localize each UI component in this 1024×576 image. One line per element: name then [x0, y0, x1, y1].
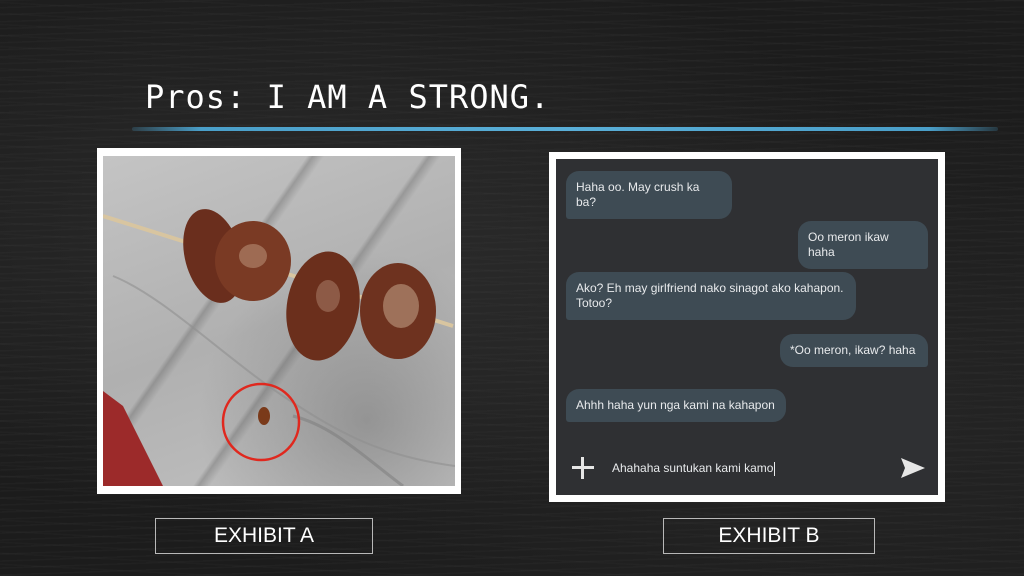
title-underline — [132, 127, 998, 131]
chat-screen: Haha oo. May crush ka ba? Oo meron ikaw … — [556, 159, 938, 495]
slide-title: Pros: I AM A STRONG. — [145, 78, 551, 116]
chat-bubble-received: Haha oo. May crush ka ba? — [566, 171, 732, 219]
send-icon[interactable] — [900, 457, 926, 479]
plus-icon[interactable] — [570, 455, 596, 481]
chat-bubble-sent: Oo meron ikaw haha — [798, 221, 928, 269]
exhibit-b-chat-frame: Haha oo. May crush ka ba? Oo meron ikaw … — [549, 152, 945, 502]
chat-bubble-sent: *Oo meron, ikaw? haha — [780, 334, 928, 367]
exhibit-a-photo — [103, 156, 455, 486]
dropped-piece — [258, 407, 270, 425]
chat-bubble-received: Ahhh haha yun nga kami na kahapon — [566, 389, 786, 422]
message-input[interactable]: Ahahaha suntukan kami kamo — [612, 461, 776, 476]
red-curb — [103, 391, 163, 486]
exhibit-a-photo-frame — [97, 148, 461, 494]
exhibit-b-label: EXHIBIT B — [663, 518, 875, 554]
exhibit-a-label: EXHIBIT A — [155, 518, 373, 554]
grilled-skewer-photo — [103, 209, 455, 486]
message-composer: Ahahaha suntukan kami kamo — [556, 443, 938, 495]
message-input-text: Ahahaha suntukan kami kamo — [612, 461, 774, 475]
chat-bubble-received: Ako? Eh may girlfriend nako sinagot ako … — [566, 272, 856, 320]
text-caret — [774, 461, 776, 476]
